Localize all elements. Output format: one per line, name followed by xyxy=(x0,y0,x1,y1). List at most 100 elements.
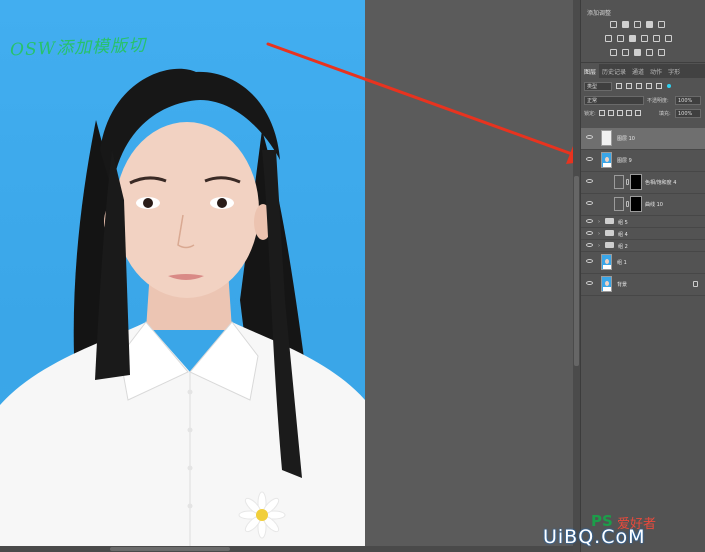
layer-name: 图层 9 xyxy=(617,158,632,164)
curves-icon[interactable] xyxy=(634,21,641,28)
layer-thumbnail xyxy=(601,254,612,270)
layer-row[interactable]: 图层 9 xyxy=(581,150,705,172)
vertical-scrollbar[interactable] xyxy=(573,0,580,552)
lock-artboard-icon[interactable] xyxy=(626,110,632,116)
selective-color-icon[interactable] xyxy=(658,49,665,56)
gradient-map-icon[interactable] xyxy=(646,49,653,56)
red-arrow-annotation xyxy=(266,42,590,164)
lock-label: 锁定: xyxy=(584,111,596,117)
smart-object-filter-icon[interactable] xyxy=(656,83,662,89)
layer-mask-thumbnail xyxy=(630,174,642,190)
folder-icon xyxy=(605,218,614,224)
layer-row[interactable]: › 组 4 xyxy=(581,228,705,240)
visibility-eye-icon[interactable] xyxy=(586,157,593,161)
watermark-url-text: UiBQ.CoM xyxy=(543,526,646,548)
adjustment-filter-icon[interactable] xyxy=(626,83,632,89)
color-lookup-icon[interactable] xyxy=(665,35,672,42)
visibility-eye-icon[interactable] xyxy=(586,231,593,235)
hue-saturation-icon[interactable] xyxy=(605,35,612,42)
link-chain-icon[interactable] xyxy=(626,179,629,185)
lock-image-icon[interactable] xyxy=(608,110,614,116)
layer-thumbnail xyxy=(601,130,612,146)
lock-row: 锁定: 填充: 100% xyxy=(581,109,705,119)
pixel-filter-icon[interactable] xyxy=(616,83,622,89)
lock-all-icon[interactable] xyxy=(635,110,641,116)
layer-name: 曲线 10 xyxy=(645,202,663,208)
tab-history[interactable]: 历史记录 xyxy=(599,64,629,78)
lock-transparent-icon[interactable] xyxy=(599,110,605,116)
expand-arrow-icon[interactable]: › xyxy=(598,243,600,249)
filter-kind-label: 类型 xyxy=(587,83,598,90)
layer-name: 背景 xyxy=(617,282,628,288)
layer-thumbnail xyxy=(601,276,612,292)
layer-row[interactable]: › 组 5 xyxy=(581,216,705,228)
panel-tabs: 图层 历史记录 通道 动作 字形 xyxy=(581,64,705,78)
filter-kind-select[interactable]: 类型 xyxy=(584,81,612,91)
blend-mode-select[interactable]: 正常 xyxy=(584,96,644,105)
expand-arrow-icon[interactable]: › xyxy=(598,231,600,237)
brightness-icon[interactable] xyxy=(610,21,617,28)
lock-position-icon[interactable] xyxy=(617,110,623,116)
expand-arrow-icon[interactable]: › xyxy=(598,219,600,225)
visibility-eye-icon[interactable] xyxy=(586,281,593,285)
layer-row[interactable]: 图层 10 xyxy=(581,128,705,150)
black-white-icon[interactable] xyxy=(629,35,636,42)
tab-glyphs[interactable]: 字形 xyxy=(665,64,683,78)
opacity-input[interactable]: 100% xyxy=(675,96,701,105)
visibility-eye-icon[interactable] xyxy=(586,179,593,183)
visibility-eye-icon[interactable] xyxy=(586,201,593,205)
threshold-icon[interactable] xyxy=(634,49,641,56)
right-panel-dock: 添加调整 图层 历史记录 通道 动作 字形 类型 正常 不透明度: 100% 锁… xyxy=(580,0,705,552)
invert-icon[interactable] xyxy=(610,49,617,56)
link-chain-icon[interactable] xyxy=(626,201,629,207)
document-canvas[interactable]: OSW添加模版切 xyxy=(0,0,590,552)
visibility-eye-icon[interactable] xyxy=(586,259,593,263)
folder-icon xyxy=(605,230,614,236)
levels-icon[interactable] xyxy=(622,21,629,28)
curves-adjustment-icon xyxy=(614,197,624,211)
vibrance-icon[interactable] xyxy=(658,21,665,28)
posterize-icon[interactable] xyxy=(622,49,629,56)
layer-name: 组 1 xyxy=(617,260,627,266)
layer-name: 色相/饱和度 4 xyxy=(645,180,677,186)
shape-filter-icon[interactable] xyxy=(646,83,652,89)
layer-row[interactable]: 色相/饱和度 4 xyxy=(581,172,705,194)
lock-icon xyxy=(693,281,698,287)
visibility-eye-icon[interactable] xyxy=(586,243,593,247)
tab-actions[interactable]: 动作 xyxy=(647,64,665,78)
layer-name: 组 2 xyxy=(618,244,628,250)
layers-panel: 图层 历史记录 通道 动作 字形 类型 正常 不透明度: 100% 锁定: 填充… xyxy=(581,64,705,552)
visibility-eye-icon[interactable] xyxy=(586,135,593,139)
horizontal-scroll-thumb[interactable] xyxy=(110,547,230,551)
fill-input[interactable]: 100% xyxy=(675,109,701,118)
layer-name: 组 4 xyxy=(618,232,628,238)
tab-layers[interactable]: 图层 xyxy=(581,64,600,78)
layer-list: 图层 10 图层 9 色相/饱和度 4 曲线 10 › 组 5 › 组 4 › … xyxy=(581,128,705,296)
tab-channels[interactable]: 通道 xyxy=(629,64,647,78)
adjustments-title: 添加调整 xyxy=(587,10,612,17)
horizontal-scrollbar[interactable] xyxy=(0,546,573,552)
type-filter-icon[interactable] xyxy=(636,83,642,89)
fill-label: 填充: xyxy=(659,111,671,117)
layer-row[interactable]: 背景 xyxy=(581,274,705,296)
channel-mixer-icon[interactable] xyxy=(653,35,660,42)
layer-name: 组 5 xyxy=(618,220,628,226)
layer-row[interactable]: 组 1 xyxy=(581,252,705,274)
adjustments-panel: 添加调整 xyxy=(581,0,705,63)
layer-filter-row: 类型 xyxy=(581,80,705,92)
layer-row[interactable]: 曲线 10 xyxy=(581,194,705,216)
folder-icon xyxy=(605,242,614,248)
layer-name: 图层 10 xyxy=(617,136,635,142)
layer-row[interactable]: › 组 2 xyxy=(581,240,705,252)
blend-row: 正常 不透明度: 100% xyxy=(581,96,705,106)
photo-filter-icon[interactable] xyxy=(641,35,648,42)
opacity-label: 不透明度: xyxy=(647,98,669,104)
filter-toggle[interactable] xyxy=(667,84,671,88)
hue-saturation-adjustment-icon xyxy=(614,175,624,189)
color-balance-icon[interactable] xyxy=(617,35,624,42)
exposure-icon[interactable] xyxy=(646,21,653,28)
vertical-scroll-thumb[interactable] xyxy=(574,176,579,366)
site-watermark: PS 爱好者 UiBQ.CoM xyxy=(543,510,703,548)
visibility-eye-icon[interactable] xyxy=(586,219,593,223)
layer-thumbnail xyxy=(601,152,612,168)
